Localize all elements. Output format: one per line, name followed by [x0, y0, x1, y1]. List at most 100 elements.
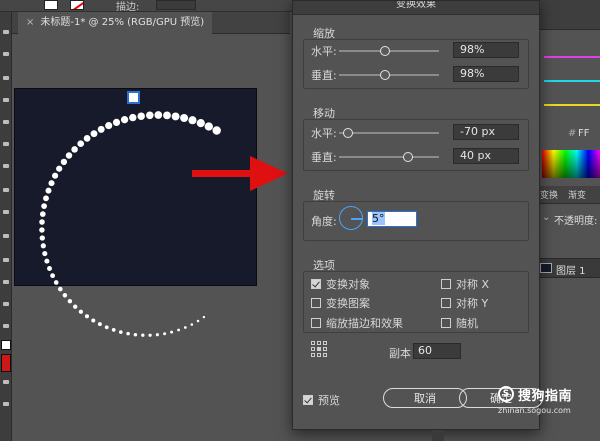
swap-colors-icon[interactable]: [3, 380, 9, 384]
direct-selection-tool-icon[interactable]: [3, 52, 9, 56]
close-tab-icon[interactable]: ×: [26, 17, 34, 28]
cancel-button[interactable]: 取消: [383, 388, 467, 408]
reflect-y-option[interactable]: 对称 Y: [441, 295, 488, 311]
spiral-dot: [42, 251, 48, 257]
spiral-dot: [105, 122, 113, 130]
spiral-dot: [170, 330, 174, 334]
stroke-weight-field[interactable]: [156, 0, 196, 10]
random-option[interactable]: 随机: [441, 315, 478, 331]
random-checkbox[interactable]: [441, 318, 451, 328]
magic-wand-tool-icon[interactable]: [3, 76, 9, 80]
watermark-brand: 搜狗指南: [518, 389, 573, 404]
chevron-down-icon[interactable]: ⌄: [542, 212, 550, 223]
spiral-dot: [91, 318, 96, 323]
spiral-dot: [212, 126, 221, 135]
spiral-dot: [52, 172, 59, 179]
shape-builder-tool-icon[interactable]: [3, 324, 9, 328]
scale-strokes-option[interactable]: 缩放描边和效果: [311, 315, 403, 331]
transform-patterns-checkbox[interactable]: [311, 298, 321, 308]
tab-gradient[interactable]: 渐变: [568, 188, 586, 201]
pen-tool-icon[interactable]: [3, 98, 9, 102]
tab-transform[interactable]: 变换: [540, 188, 558, 201]
angle-dial-icon[interactable]: [339, 206, 363, 230]
scale-horizontal-field[interactable]: 98%: [453, 42, 519, 58]
reflect-x-label: 对称 X: [456, 278, 490, 291]
preview-label: 预览: [318, 394, 340, 407]
watermark-url: zhinan.sogou.com: [498, 406, 571, 415]
spiral-dot: [196, 119, 205, 128]
line-tool-icon[interactable]: [3, 142, 9, 146]
spiral-dot: [77, 140, 85, 148]
color-guide-yellow: [544, 104, 600, 106]
document-tab-title: 未标题-1* @ 25% (RGB/GPU 预览): [40, 17, 205, 28]
scale-horizontal-slider-handle[interactable]: [380, 46, 390, 56]
spiral-dot: [180, 114, 189, 122]
fill-swatch[interactable]: [44, 0, 58, 10]
document-tab[interactable]: × 未标题-1* @ 25% (RGB/GPU 预览): [18, 12, 213, 34]
angle-value: 5°: [372, 212, 385, 225]
spiral-dot: [65, 152, 73, 159]
layer-row[interactable]: 图层 1: [536, 258, 600, 278]
spiral-dot: [83, 135, 91, 142]
move-horizontal-slider-handle[interactable]: [343, 128, 353, 138]
copies-label: 副本: [389, 347, 411, 360]
spiral-dot: [163, 111, 171, 120]
rectangle-tool-icon[interactable]: [3, 164, 9, 168]
preview-option[interactable]: 预览: [303, 392, 340, 408]
scale-strokes-label: 缩放描边和效果: [326, 317, 403, 330]
hex-value-field[interactable]: FF: [578, 128, 590, 139]
move-vertical-slider-handle[interactable]: [403, 152, 413, 162]
transform-objects-checkbox[interactable]: [311, 279, 321, 289]
transform-patterns-option[interactable]: 变换图案: [311, 295, 370, 311]
scale-horizontal-label: 水平:: [311, 45, 337, 58]
paintbrush-tool-icon[interactable]: [3, 188, 9, 192]
spiral-dot: [57, 286, 63, 292]
move-horizontal-field[interactable]: -70 px: [453, 124, 519, 140]
spiral-dot: [188, 116, 197, 125]
pencil-tool-icon[interactable]: [3, 210, 9, 214]
preview-checkbox[interactable]: [303, 395, 313, 405]
fill-color-icon[interactable]: [1, 340, 11, 350]
scale-tool-icon[interactable]: [3, 280, 9, 284]
dotted-spiral-artwork[interactable]: [12, 34, 290, 441]
reflect-y-checkbox[interactable]: [441, 298, 451, 308]
opacity-row: ⌄ 不透明度:: [540, 210, 600, 228]
reference-point-icon[interactable]: [311, 341, 327, 357]
move-vertical-slider[interactable]: [339, 152, 439, 162]
scale-horizontal-slider[interactable]: [339, 46, 439, 56]
transform-objects-option[interactable]: 变换对象: [311, 276, 370, 292]
type-tool-icon[interactable]: [3, 120, 9, 124]
move-vertical-field[interactable]: 40 px: [453, 148, 519, 164]
spiral-dot: [67, 298, 73, 304]
spiral-dot: [126, 331, 130, 336]
red-arrow-icon: [192, 156, 288, 191]
selection-tool-icon[interactable]: [3, 30, 9, 34]
scale-vertical-field[interactable]: 98%: [453, 66, 519, 82]
color-spectrum[interactable]: [542, 150, 600, 178]
spiral-dot: [53, 280, 59, 285]
spiral-dot: [183, 326, 187, 329]
angle-label: 角度:: [311, 215, 337, 228]
stroke-color-icon[interactable]: [1, 354, 11, 372]
rotate-tool-icon[interactable]: [3, 258, 9, 262]
layer-name: 图层 1: [556, 266, 586, 277]
angle-field[interactable]: 5°: [367, 211, 417, 227]
spiral-dot: [90, 130, 98, 138]
canvas[interactable]: [12, 34, 290, 441]
width-tool-icon[interactable]: [3, 302, 9, 306]
move-horizontal-slider[interactable]: [339, 128, 439, 138]
draw-mode-icon[interactable]: [3, 402, 9, 406]
reflect-x-checkbox[interactable]: [441, 279, 451, 289]
spiral-dot: [202, 315, 206, 319]
selection-handle[interactable]: [127, 91, 140, 104]
scale-vertical-slider-handle[interactable]: [380, 70, 390, 80]
scale-strokes-checkbox[interactable]: [311, 318, 321, 328]
stroke-swatch[interactable]: [70, 0, 84, 10]
spiral-dot: [120, 116, 129, 124]
spiral-dot: [39, 211, 46, 217]
reflect-x-option[interactable]: 对称 X: [441, 276, 489, 292]
scale-vertical-slider[interactable]: [339, 70, 439, 80]
eraser-tool-icon[interactable]: [3, 234, 9, 238]
copies-field[interactable]: 60: [413, 343, 461, 359]
spiral-dot: [146, 111, 154, 120]
